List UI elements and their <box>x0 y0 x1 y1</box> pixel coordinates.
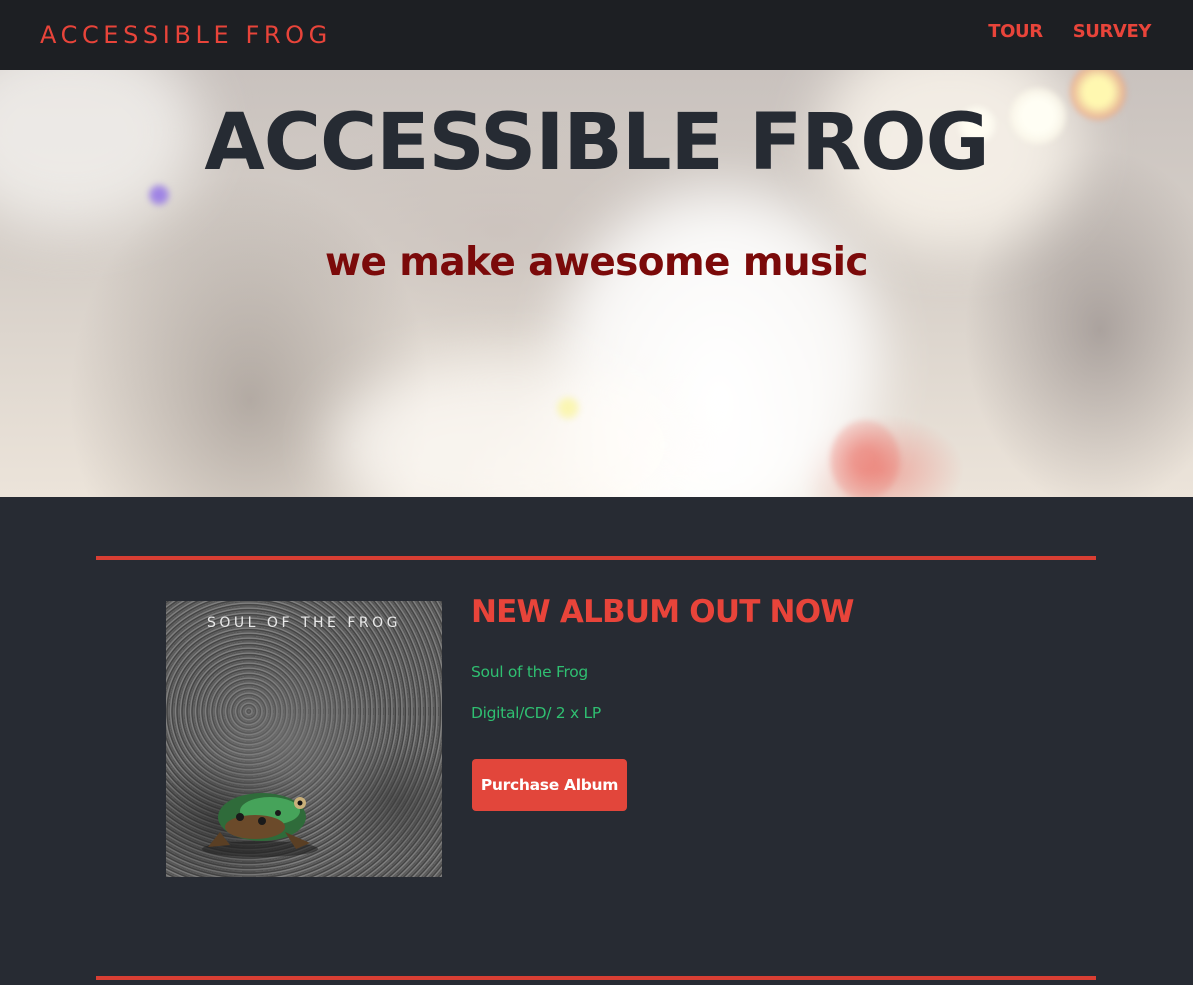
brand-link[interactable]: ACCESSIBLE FROG <box>40 21 332 49</box>
hero-banner: ACCESSIBLE FROG we make awesome music <box>0 70 1193 497</box>
album-formats: Digital/CD/ 2 x LP <box>471 704 601 722</box>
top-navbar: ACCESSIBLE FROG TOUR SURVEY <box>0 0 1193 70</box>
hero-subtitle: we make awesome music <box>325 240 869 285</box>
nav-link-survey[interactable]: SURVEY <box>1073 21 1152 42</box>
purchase-album-button[interactable]: Purchase Album <box>472 759 627 811</box>
hero-title: ACCESSIBLE FROG <box>204 98 989 188</box>
frog-illustration <box>202 793 318 857</box>
section-divider <box>96 976 1096 980</box>
nav-links: TOUR SURVEY <box>988 21 1151 42</box>
hero-light-flare <box>830 420 900 497</box>
album-heading: NEW ALBUM OUT NOW <box>471 594 854 630</box>
nav-link-tour[interactable]: TOUR <box>988 21 1043 42</box>
album-cover-image: SOUL OF THE FROG <box>166 601 442 877</box>
section-divider <box>96 556 1096 560</box>
album-name: Soul of the Frog <box>471 663 588 681</box>
hero-light-flare <box>556 396 580 420</box>
album-cover-title: SOUL OF THE FROG <box>207 615 401 631</box>
